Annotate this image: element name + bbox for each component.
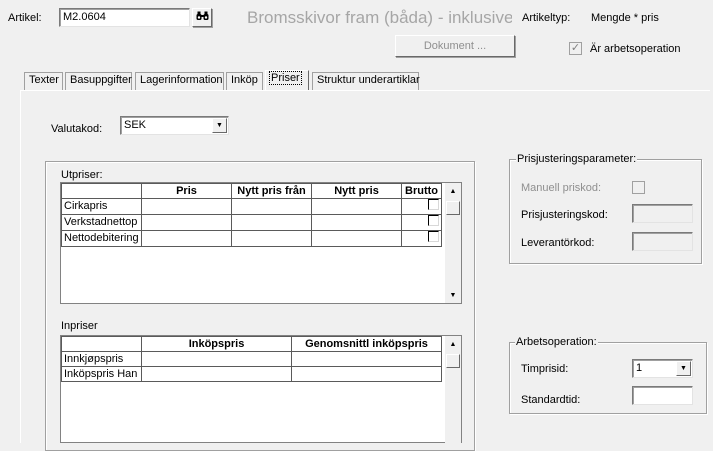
valutakod-label: Valutakod:: [51, 123, 103, 135]
column-header[interactable]: Brutto: [401, 183, 442, 199]
valutakod-select[interactable]: SEK ▼: [120, 116, 229, 135]
brutto-checkbox[interactable]: [428, 215, 439, 226]
utpriser-grid[interactable]: Pris Nytt pris från Nytt pris Brutto Cir…: [60, 182, 462, 304]
inpriser-scrollbar[interactable]: ▲: [445, 336, 461, 444]
nytt-pris-fran-cell[interactable]: [231, 198, 312, 215]
nytt-pris-cell[interactable]: [311, 198, 402, 215]
pris-cell[interactable]: [141, 198, 232, 215]
tab-inkop[interactable]: Inköp: [226, 72, 263, 90]
binoculars-icon: [196, 11, 209, 24]
leverantorkod-label: Leverantörkod:: [521, 237, 595, 249]
inpriser-title: Inpriser: [61, 320, 98, 332]
table-row[interactable]: Cirkapris: [61, 198, 442, 215]
genomsnittl-inkopspris-cell[interactable]: [291, 351, 442, 367]
dokument-button[interactable]: Dokument ...: [395, 35, 515, 57]
table-row[interactable]: Nettodebitering: [61, 230, 442, 247]
tab-panel-edge-left: [20, 90, 21, 443]
row-header: Inköpspris Han: [61, 366, 142, 382]
standardtid-input[interactable]: [632, 386, 693, 405]
manuell-priskod-checkbox[interactable]: [632, 181, 645, 194]
utpriser-scrollbar[interactable]: ▲ ▼: [445, 183, 461, 303]
timprisid-select[interactable]: 1 ▼: [632, 359, 693, 378]
inpriser-grid[interactable]: Inköpspris Genomsnittl inköpspris Innkjø…: [60, 335, 462, 444]
valutakod-value: SEK: [124, 119, 147, 131]
column-header[interactable]: Nytt pris från: [231, 183, 312, 199]
artikel-label: Artikel:: [8, 12, 42, 24]
chevron-down-icon[interactable]: ▼: [676, 361, 691, 376]
chevron-down-icon[interactable]: ▼: [212, 118, 227, 133]
checkmark-icon: ✓: [570, 42, 581, 54]
manuell-priskod-label: Manuell priskod:: [521, 182, 602, 194]
column-header[interactable]: Pris: [141, 183, 232, 199]
tab-struktur-underartiklar[interactable]: Struktur underartiklar: [312, 72, 420, 90]
inkopspris-cell[interactable]: [141, 351, 292, 367]
artikeltyp-label: Artikeltyp:: [522, 12, 571, 24]
arbetsoperation-label: Är arbetsoperation: [590, 43, 681, 55]
timprisid-label: Timprisid:: [521, 363, 569, 375]
nytt-pris-fran-cell[interactable]: [231, 214, 312, 231]
tab-panel-edge: [20, 90, 710, 91]
standardtid-label: Standardtid:: [521, 394, 581, 406]
column-header[interactable]: Inköpspris: [141, 336, 292, 352]
scroll-thumb[interactable]: [446, 201, 460, 215]
scroll-thumb[interactable]: [446, 354, 460, 368]
scroll-up-icon[interactable]: ▲: [445, 183, 461, 199]
timprisid-value: 1: [636, 362, 643, 374]
tab-lagerinformation[interactable]: Lagerinformation: [135, 72, 224, 90]
leverantorkod-input[interactable]: [632, 232, 693, 251]
utpriser-title: Utpriser:: [61, 169, 103, 181]
pris-cell[interactable]: [141, 230, 232, 247]
brutto-checkbox[interactable]: [428, 199, 439, 210]
nytt-pris-cell[interactable]: [311, 214, 402, 231]
artikeltyp-value: Mengde * pris: [591, 12, 659, 24]
arbetsoperation-title: Arbetsoperation:: [515, 336, 598, 348]
brutto-cell[interactable]: [401, 230, 442, 247]
prisjusteringskod-label: Prisjusteringskod:: [521, 209, 608, 221]
nytt-pris-cell[interactable]: [311, 230, 402, 247]
scroll-up-icon[interactable]: ▲: [445, 336, 461, 352]
column-header[interactable]: Genomsnittl inköpspris: [291, 336, 442, 352]
column-header[interactable]: Nytt pris: [311, 183, 402, 199]
nytt-pris-fran-cell[interactable]: [231, 230, 312, 247]
grid-corner: [61, 183, 142, 199]
brutto-checkbox[interactable]: [428, 231, 439, 242]
row-header: Nettodebitering: [61, 230, 142, 247]
tab-basuppgifter[interactable]: Basuppgifter: [65, 72, 132, 90]
genomsnittl-inkopspris-cell[interactable]: [291, 366, 442, 382]
article-description: Bromsskivor fram (båda) - inklusive be: [247, 8, 512, 27]
arbetsoperation-checkbox[interactable]: ✓: [569, 42, 582, 55]
row-header: Innkjøpspris: [61, 351, 142, 367]
brutto-cell[interactable]: [401, 214, 442, 231]
row-header: Cirkapris: [61, 198, 142, 215]
artikel-input[interactable]: M2.0604: [59, 8, 190, 27]
brutto-cell[interactable]: [401, 198, 442, 215]
row-header: Verkstadnettop: [61, 214, 142, 231]
artikel-search-button[interactable]: [192, 8, 212, 27]
tab-priser[interactable]: Priser: [265, 70, 309, 91]
table-row[interactable]: Innkjøpspris: [61, 351, 442, 367]
table-row[interactable]: Inköpspris Han: [61, 366, 442, 382]
prisjusteringskod-input[interactable]: [632, 204, 693, 223]
grid-corner: [61, 336, 142, 352]
prisjustering-title: Prisjusteringsparameter:: [516, 153, 638, 165]
tab-texter[interactable]: Texter: [24, 72, 63, 90]
inkopspris-cell[interactable]: [141, 366, 292, 382]
pris-cell[interactable]: [141, 214, 232, 231]
table-row[interactable]: Verkstadnettop: [61, 214, 442, 231]
scroll-down-icon[interactable]: ▼: [445, 287, 461, 303]
